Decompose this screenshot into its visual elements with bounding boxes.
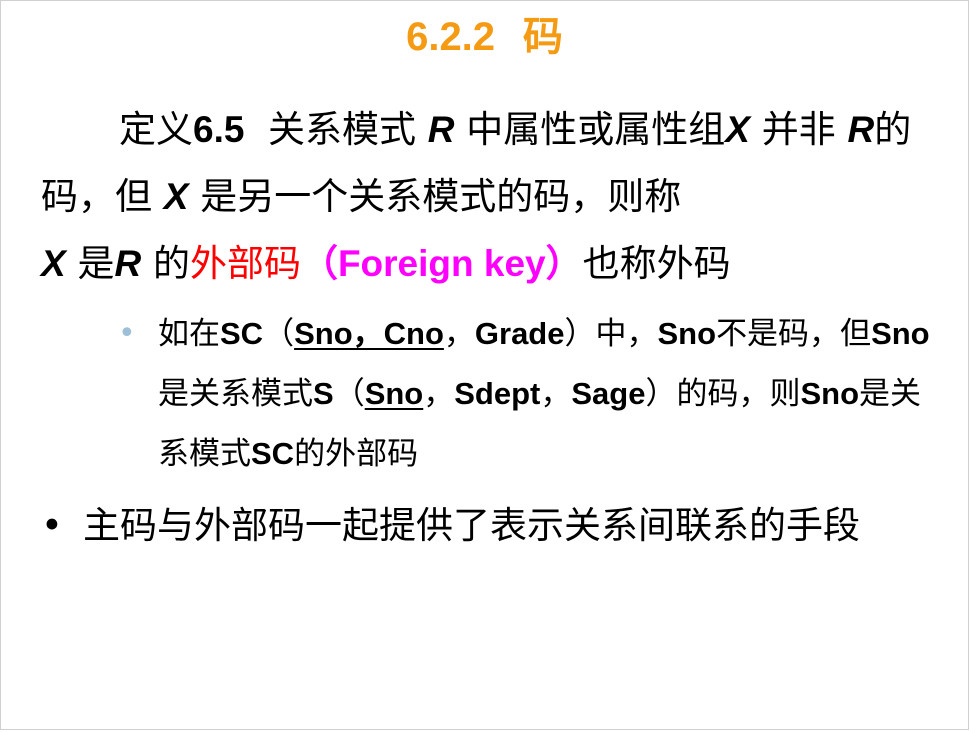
ex-term: Sno: [657, 316, 717, 351]
ex-term: SC: [220, 316, 264, 351]
def-text-8: 也称外码: [582, 242, 731, 285]
ex-term: Grade: [474, 316, 565, 351]
def-label: 定义: [119, 108, 193, 151]
ex-text: ）中，: [564, 316, 658, 352]
def-var-r: R: [114, 243, 142, 284]
main-bullet: • 主码与外部码一起提供了表示关系间联系的手段: [41, 493, 941, 558]
def-text-5: 是另一个关系模式的码，则称: [200, 175, 682, 218]
def-number: 6.5: [193, 109, 245, 150]
ex-text: 不是码，但: [716, 316, 872, 352]
ex-term: Sdept: [454, 376, 541, 411]
title-text: 码: [522, 14, 563, 60]
def-var-r: R: [847, 109, 875, 150]
ex-term: S: [313, 376, 334, 411]
ex-text: 的外部码: [294, 436, 419, 472]
def-text-1: 关系模式: [267, 108, 416, 151]
def-text-7: 的: [152, 242, 190, 285]
def-text-2: 中属性或属性组: [466, 108, 726, 151]
ex-term: Sno: [871, 316, 930, 351]
example-text: 如在SC（Sno，Cno，Grade）中，Sno不是码，但Sno是关系模式S（S…: [118, 304, 938, 484]
ex-underlined-key: Sno: [364, 376, 424, 411]
ex-text: 如在: [158, 316, 220, 352]
slide: 6.2.2 码 定义6.5 关系模式 R 中属性或属性组X 并非 R的码，但 X…: [0, 0, 969, 730]
ex-term: Sage: [571, 376, 646, 411]
bullet-icon: •: [41, 504, 63, 547]
title-number: 6.2.2: [406, 15, 496, 59]
ex-text: ）的码，则: [645, 376, 801, 412]
slide-title: 6.2.2 码: [1, 7, 968, 67]
ex-text: 是关系模式: [158, 376, 313, 412]
foreign-key-term-zh: 外部码: [189, 242, 301, 285]
def-var-x: X: [725, 109, 750, 150]
foreign-key-term-en: （Foreign key）: [300, 243, 583, 284]
def-var-r: R: [427, 109, 455, 150]
ex-text: ，: [423, 376, 455, 412]
def-text-3: 并非: [761, 108, 836, 151]
def-var-x: X: [41, 243, 66, 284]
ex-text: （: [333, 376, 365, 412]
ex-term: SC: [251, 436, 295, 471]
ex-text: ，: [443, 316, 475, 352]
ex-text: ，: [540, 376, 572, 412]
example-subpoint: • 如在SC（Sno，Cno，Grade）中，Sno不是码，但Sno是关系模式S…: [118, 304, 938, 484]
def-text-6: 是: [77, 242, 115, 285]
ex-text: （: [263, 316, 295, 352]
ex-term: Sno: [800, 376, 860, 411]
bullet-text: 主码与外部码一起提供了表示关系间联系的手段: [83, 504, 860, 547]
sub-bullet-icon: •: [118, 316, 136, 351]
definition-paragraph: 定义6.5 关系模式 R 中属性或属性组X 并非 R的码，但 X 是另一个关系模…: [41, 96, 941, 297]
def-var-x: X: [163, 176, 189, 217]
ex-underlined-key: Sno，Cno: [294, 316, 444, 351]
